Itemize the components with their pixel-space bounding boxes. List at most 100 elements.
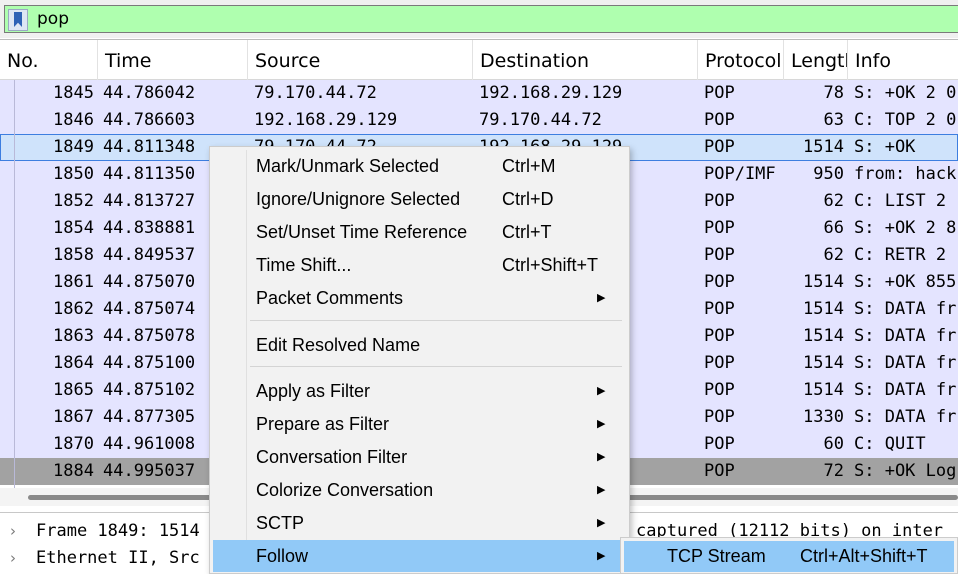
filter-text: pop [37,9,69,29]
menu-item-conversation-filter[interactable]: Conversation Filter ▶ [213,441,626,473]
column-header-no[interactable]: No. [0,40,98,80]
menu-item-set-unset-time-reference[interactable]: Set/Unset Time Reference Ctrl+T [213,216,626,248]
packet-cell-info: S: DATA fr [854,407,957,427]
packet-cell-src: 79.170.44.72 [254,83,377,103]
expand-arrow-icon[interactable]: › [10,545,16,572]
submenu-arrow-icon: ▶ [597,451,606,463]
packet-cell-info: S: +OK 855 [854,272,957,292]
packet-cell-proto: POP [704,380,735,400]
filter-bookmark-button[interactable] [8,9,28,31]
packet-cell-time: 44.786042 [103,83,196,103]
menu-item-follow[interactable]: Follow ▶ [213,540,627,572]
packet-cell-proto: POP [704,245,735,265]
packet-cell-proto: POP [704,191,735,211]
menu-item-shortcut: Ctrl+M [502,156,556,176]
packet-cell-len: 1514 [803,299,844,319]
menu-item-label: Mark/Unmark Selected [256,156,440,176]
menu-item-apply-as-filter[interactable]: Apply as Filter ▶ [213,375,626,407]
packet-row[interactable]: 1845 44.786042 79.170.44.72 192.168.29.129 P… [0,80,958,107]
menu-item-label: Edit Resolved Name [256,335,421,355]
menu-item-label: Follow [256,546,309,566]
menu-item-ignore-unignore-selected[interactable]: Ignore/Unignore Selected Ctrl+D [213,183,626,215]
submenu-arrow-icon: ▶ [597,385,606,397]
menu-item-label: SCTP [256,513,305,533]
packet-cell-info: C: RETR 2 [854,245,947,265]
packet-cell-proto: POP [704,218,735,238]
column-header-protocol[interactable]: Protocol [698,40,784,80]
menu-item-shortcut: Ctrl+Shift+T [502,255,599,275]
bookmark-icon [14,12,22,27]
packet-cell-dst: 79.170.44.72 [479,110,602,130]
menu-item-sctp[interactable]: SCTP ▶ [213,507,626,539]
packet-cell-dst: 192.168.29.129 [479,83,623,103]
conversation-tree-line [14,80,15,496]
packet-cell-proto: POP [704,110,735,130]
packet-cell-len: 63 [823,110,844,130]
menu-item-label: Set/Unset Time Reference [256,222,468,242]
packet-cell-len: 72 [823,461,844,481]
menu-item-mark-unmark-selected[interactable]: Mark/Unmark Selected Ctrl+M [213,150,626,182]
column-header-info[interactable]: Info [848,40,958,80]
column-header-length[interactable]: Length [784,40,848,80]
column-header-source[interactable]: Source [248,40,473,80]
packet-cell-len: 66 [823,218,844,238]
packet-cell-proto: POP [704,272,735,292]
packet-cell-info: C: TOP 2 0 [854,110,957,130]
menu-item-label: TCP Stream [667,546,766,566]
packet-cell-info: S: +OK [854,137,916,157]
packet-cell-len: 1514 [803,353,844,373]
submenu-arrow-icon: ▶ [597,484,606,496]
menu-item-label: Time Shift... [256,255,352,275]
menu-item-edit-resolved-name[interactable]: Edit Resolved Name [213,329,626,361]
menu-item-prepare-as-filter[interactable]: Prepare as Filter ▶ [213,408,626,440]
packet-cell-src: 192.168.29.129 [254,110,398,130]
packet-cell-info: S: DATA fr [854,353,957,373]
submenu-arrow-icon: ▶ [597,517,606,529]
packet-cell-proto: POP/IMF [704,164,776,184]
menu-item-tcp-stream[interactable]: TCP Stream Ctrl+Alt+Shift+T [624,541,954,572]
packet-cell-len: 950 [813,164,844,184]
submenu-arrow-icon: ▶ [597,418,606,430]
packet-cell-proto: POP [704,137,735,157]
menu-item-label: Conversation Filter [256,447,408,467]
menu-item-label: Colorize Conversation [256,480,434,500]
packet-cell-proto: POP [704,353,735,373]
packet-cell-info: S: DATA fr [854,299,957,319]
menu-item-packet-comments[interactable]: Packet Comments ▶ [213,282,626,314]
packet-cell-info: S: +OK 2 8 [854,218,957,238]
menu-item-label: Ignore/Unignore Selected [256,189,461,209]
menu-item-time-shift[interactable]: Time Shift... Ctrl+Shift+T [213,249,626,281]
menu-item-colorize-conversation[interactable]: Colorize Conversation ▶ [213,474,626,506]
menu-separator [250,366,622,367]
packet-cell-proto: POP [704,407,735,427]
menu-item-shortcut: Ctrl+D [502,189,554,209]
packet-cell-info: S: DATA fr [854,326,957,346]
packet-row[interactable]: 1846 44.786603 192.168.29.129 79.170.44.72 P… [0,107,958,134]
column-header-time[interactable]: Time [98,40,248,80]
detail-row-text: Ethernet II, Src [36,548,200,568]
packet-cell-len: 1330 [803,407,844,427]
menu-item-label: Prepare as Filter [256,414,390,434]
packet-cell-len: 60 [823,434,844,454]
packet-cell-time: 44.786603 [103,110,196,130]
packet-cell-proto: POP [704,434,735,454]
expand-arrow-icon[interactable]: › [10,518,16,545]
packet-list-header: No. Time Source Destination Protocol Len… [0,40,958,80]
follow-submenu: TCP Stream Ctrl+Alt+Shift+T [620,537,958,574]
packet-cell-info: S: +OK Log [854,461,957,481]
menu-separator [250,320,622,321]
packet-cell-info: S: DATA fr [854,380,957,400]
menu-item-label: Packet Comments [256,288,404,308]
display-filter-input[interactable]: pop [4,5,958,33]
packet-context-menu: Mark/Unmark Selected Ctrl+M Ignore/Unignor… [209,146,630,574]
packet-cell-info: C: QUIT [854,434,926,454]
menu-item-shortcut: Ctrl+T [502,222,552,242]
submenu-arrow-icon: ▶ [597,550,606,562]
packet-cell-info: C: LIST 2 [854,191,947,211]
packet-cell-info: from: hack [854,164,957,184]
detail-row-text: Frame 1849: 1514 [36,521,200,541]
packet-cell-proto: POP [704,299,735,319]
column-header-destination[interactable]: Destination [473,40,698,80]
packet-cell-info: S: +OK 2 0 [854,83,957,103]
packet-cell-len: 1514 [803,326,844,346]
